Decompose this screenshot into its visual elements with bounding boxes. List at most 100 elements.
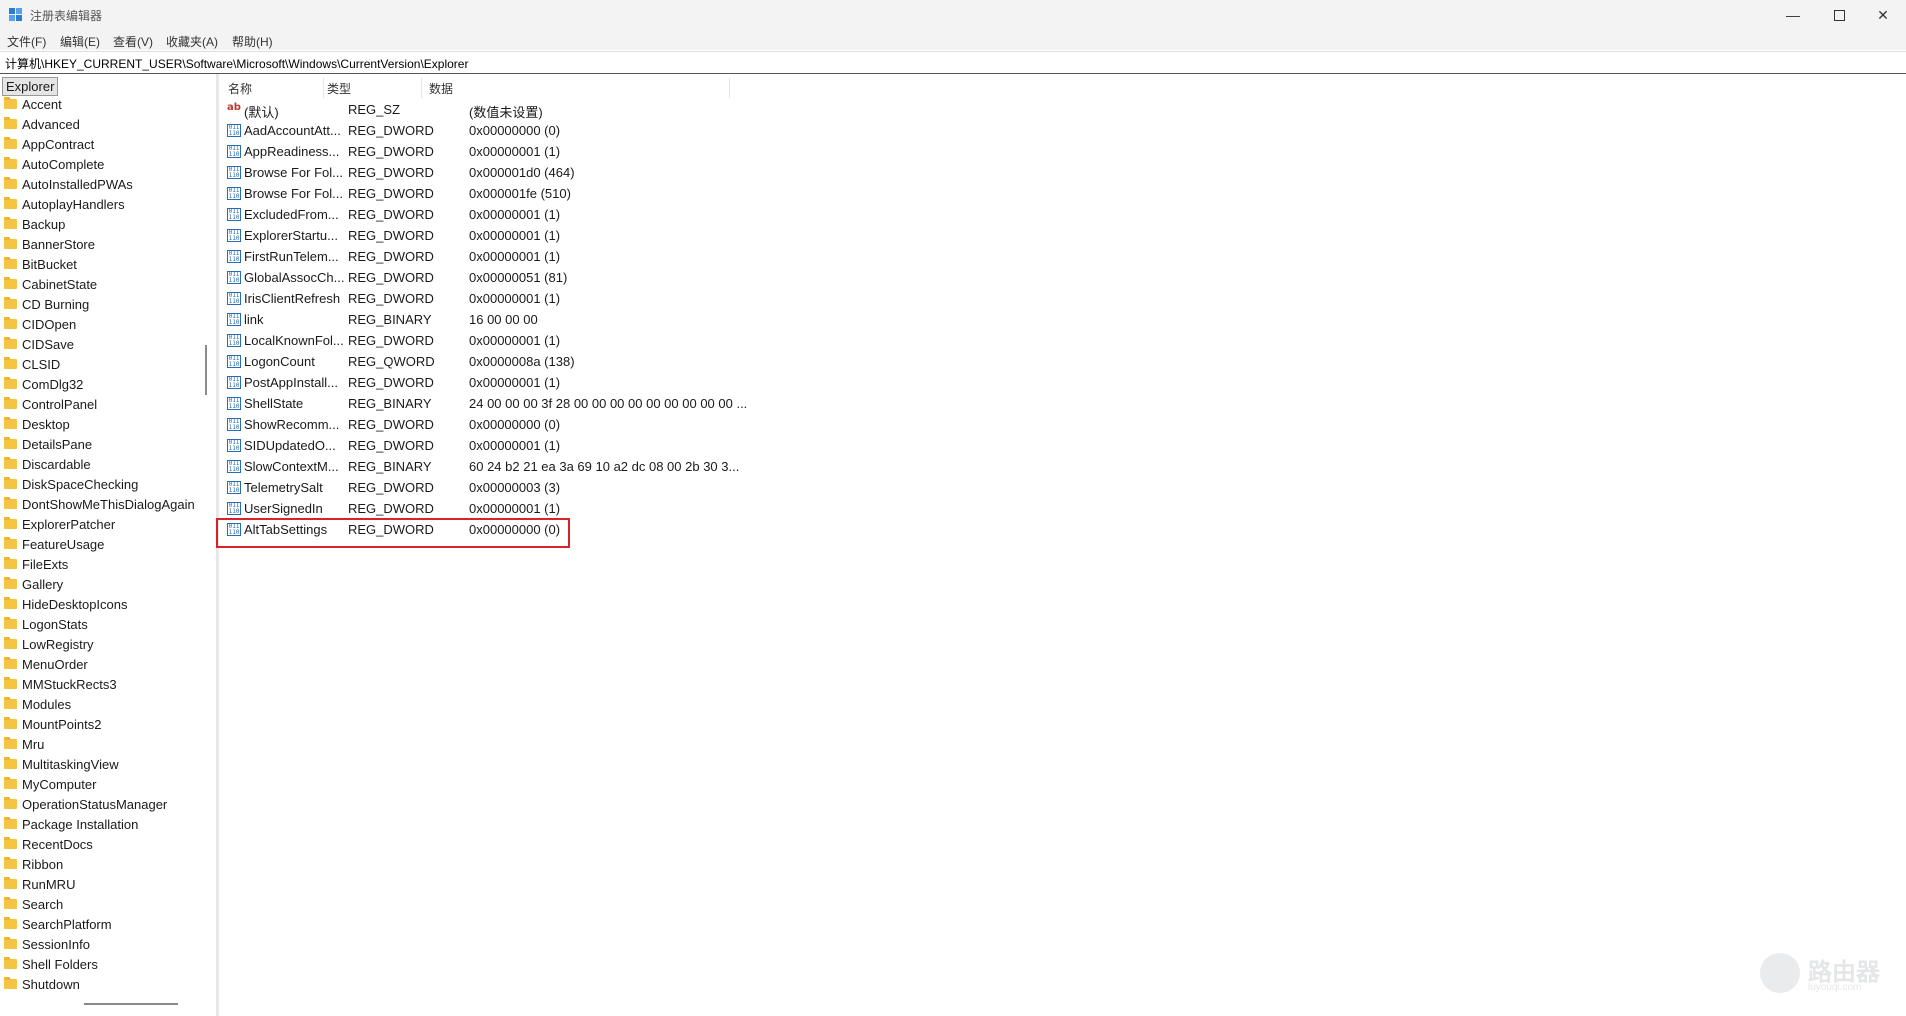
tree-item[interactable]: OperationStatusManager (4, 794, 167, 814)
folder-icon (4, 437, 17, 449)
tree-item[interactable]: Shell Folders (4, 954, 98, 974)
tree-item[interactable]: Discardable (4, 454, 91, 474)
tree-item[interactable]: DontShowMeThisDialogAgain (4, 494, 195, 514)
tree-item[interactable]: AutoplayHandlers (4, 194, 125, 214)
tree-item[interactable]: Ribbon (4, 854, 63, 874)
value-row[interactable]: 011 110 SIDUpdatedO... REG_DWORD 0x00000001… (220, 435, 1020, 456)
value-row[interactable]: 011 110 TelemetrySalt REG_DWORD 0x00000003 … (220, 477, 1020, 498)
value-type: REG_DWORD (348, 501, 434, 516)
tree-item[interactable]: AppContract (4, 134, 94, 154)
folder-icon (4, 157, 17, 169)
tree-item[interactable]: RunMRU (4, 874, 75, 894)
tree-item-label: Modules (22, 696, 72, 712)
tree-item[interactable]: FeatureUsage (4, 534, 104, 554)
value-row[interactable]: 011 110 ExcludedFrom... REG_DWORD 0x0000000… (220, 204, 1020, 225)
menu-edit[interactable]: 编辑(E) (60, 33, 100, 50)
tree-item-label: AppContract (22, 136, 95, 152)
menu-favorites[interactable]: 收藏夹(A) (166, 33, 218, 50)
tree-item[interactable]: CD Burning (4, 294, 89, 314)
value-row[interactable]: 011 110 link REG_BINARY 16 00 00 00 (220, 309, 1020, 330)
menu-help[interactable]: 帮助(H) (232, 33, 273, 50)
tree-item-label: ExplorerPatcher (22, 516, 116, 532)
value-row[interactable]: 011 110 SlowContextM... REG_BINARY 60 24 b2… (220, 456, 1020, 477)
tree-item[interactable]: LowRegistry (4, 634, 94, 654)
value-type: REG_DWORD (348, 186, 434, 201)
value-row[interactable]: 011 110 AppReadiness... REG_DWORD 0x0000000… (220, 141, 1020, 162)
tree-item[interactable]: Advanced (4, 114, 80, 134)
tree-item[interactable]: SessionInfo (4, 934, 90, 954)
tree-item[interactable]: MyComputer (4, 774, 96, 794)
column-header-name[interactable]: 名称 (225, 78, 324, 98)
tree-item[interactable]: BannerStore (4, 234, 95, 254)
tree-item[interactable]: DiskSpaceChecking (4, 474, 138, 494)
close-button[interactable]: ✕ (1860, 0, 1906, 30)
tree-item-label: RecentDocs (22, 836, 93, 852)
tree-vertical-scrollbar[interactable] (205, 345, 207, 395)
value-name: LogonCount (244, 354, 315, 369)
value-name: AadAccountAtt... (244, 123, 341, 138)
tree-item[interactable]: MMStuckRects3 (4, 674, 117, 694)
tree-item[interactable]: AutoComplete (4, 154, 104, 174)
tree-item-label: ComDlg32 (22, 376, 84, 392)
value-row[interactable]: 011 110 PostAppInstall... REG_DWORD 0x00000… (220, 372, 1020, 393)
binary-value-icon: 011 110 (227, 355, 241, 368)
tree-item[interactable]: ComDlg32 (4, 374, 83, 394)
value-row[interactable]: 011 110 ShowRecomm... REG_DWORD 0x00000000 … (220, 414, 1020, 435)
key-tree-pane[interactable]: Explorer Accent Advanced AppContract AutoCo… (1, 74, 199, 1014)
value-row[interactable]: 011 110 ExplorerStartu... REG_DWORD 0x00000… (220, 225, 1020, 246)
folder-icon (4, 517, 17, 529)
value-row[interactable]: 011 110 Browse For Fol... REG_DWORD 0x00000… (220, 183, 1020, 204)
tree-item[interactable]: MountPoints2 (4, 714, 102, 734)
tree-item[interactable]: AutoInstalledPWAs (4, 174, 133, 194)
tree-item[interactable]: Modules (4, 694, 71, 714)
tree-item[interactable]: Search (4, 894, 63, 914)
tree-item-label: CD Burning (22, 296, 90, 312)
tree-item[interactable]: Shutdown (4, 974, 80, 994)
menu-file[interactable]: 文件(F) (7, 33, 46, 50)
tree-item[interactable]: Mru (4, 734, 44, 754)
tree-item[interactable]: Accent (4, 94, 62, 114)
folder-icon (4, 597, 17, 609)
tree-item[interactable]: LogonStats (4, 614, 88, 634)
tree-item[interactable]: RecentDocs (4, 834, 93, 854)
column-header-type[interactable]: 类型 (324, 78, 422, 98)
tree-item[interactable]: MenuOrder (4, 654, 88, 674)
tree-item[interactable]: Desktop (4, 414, 70, 434)
value-row[interactable]: 011 110 AadAccountAtt... REG_DWORD 0x000000… (220, 120, 1020, 141)
tree-item[interactable]: BitBucket (4, 254, 77, 274)
tree-item[interactable]: CIDOpen (4, 314, 76, 334)
tree-item[interactable]: HideDesktopIcons (4, 594, 128, 614)
maximize-button[interactable] (1816, 0, 1862, 30)
tree-item[interactable]: CIDSave (4, 334, 74, 354)
value-row[interactable]: ab (默认) REG_SZ (数值未设置) (220, 99, 1020, 120)
tree-item[interactable]: SearchPlatform (4, 914, 112, 934)
value-row[interactable]: 011 110 IrisClientRefresh REG_DWORD 0x00000… (220, 288, 1020, 309)
tree-item[interactable]: CLSID (4, 354, 60, 374)
tree-item[interactable]: CabinetState (4, 274, 97, 294)
tree-item[interactable]: ExplorerPatcher (4, 514, 115, 534)
tree-item[interactable]: Package Installation (4, 814, 138, 834)
value-row[interactable]: 011 110 LogonCount REG_QWORD 0x0000008a (13… (220, 351, 1020, 372)
address-bar[interactable]: 计算机\HKEY_CURRENT_USER\Software\Microsoft… (0, 51, 1906, 74)
minimize-button[interactable]: — (1770, 0, 1816, 30)
value-row[interactable]: 011 110 Browse For Fol... REG_DWORD 0x00000… (220, 162, 1020, 183)
tree-horizontal-scrollbar[interactable] (84, 1003, 178, 1005)
value-name: SlowContextM... (244, 459, 339, 474)
tree-item-label: Advanced (22, 116, 80, 132)
value-row[interactable]: 011 110 FirstRunTelem... REG_DWORD 0x000000… (220, 246, 1020, 267)
value-data: 16 00 00 00 (469, 312, 538, 327)
value-row[interactable]: 011 110 ShellState REG_BINARY 24 00 00 00 3… (220, 393, 1020, 414)
menu-view[interactable]: 查看(V) (113, 33, 153, 50)
tree-item[interactable]: DetailsPane (4, 434, 92, 454)
value-row[interactable]: 011 110 GlobalAssocCh... REG_DWORD 0x000000… (220, 267, 1020, 288)
tree-item[interactable]: ControlPanel (4, 394, 97, 414)
maximize-icon (1833, 9, 1845, 21)
tree-item[interactable]: Gallery (4, 574, 63, 594)
value-row[interactable]: 011 110 UserSignedIn REG_DWORD 0x00000001 (… (220, 498, 1020, 519)
value-type: REG_DWORD (348, 144, 434, 159)
value-row[interactable]: 011 110 LocalKnownFol... REG_DWORD 0x000000… (220, 330, 1020, 351)
tree-item[interactable]: MultitaskingView (4, 754, 119, 774)
tree-item[interactable]: Backup (4, 214, 65, 234)
tree-item[interactable]: FileExts (4, 554, 68, 574)
column-header-data[interactable]: 数据 (422, 78, 730, 98)
